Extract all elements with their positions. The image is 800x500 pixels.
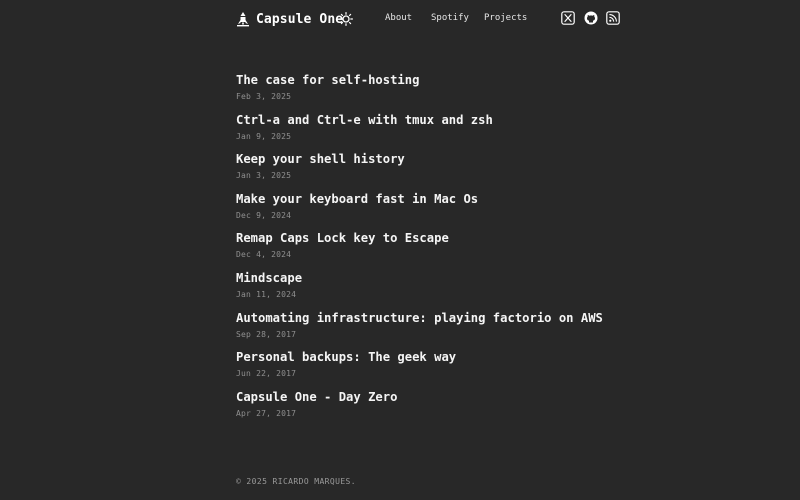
- post-title-link[interactable]: Mindscape: [236, 270, 636, 286]
- post-date: Dec 4, 2024: [236, 250, 292, 260]
- post-date: Jun 22, 2017: [236, 369, 297, 379]
- list-item: Ctrl-a and Ctrl-e with tmux and zsh Jan …: [236, 112, 636, 152]
- post-title-link[interactable]: Personal backups: The geek way: [236, 349, 636, 365]
- list-item: Mindscape Jan 11, 2024: [236, 270, 636, 310]
- site-title: Capsule One: [256, 11, 344, 27]
- list-item: Remap Caps Lock key to Escape Dec 4, 202…: [236, 230, 636, 270]
- post-date: Dec 9, 2024: [236, 210, 292, 220]
- rocket-icon: [237, 12, 249, 27]
- list-item: Keep your shell history Jan 3, 2025: [236, 151, 636, 191]
- post-list: The case for self-hosting Feb 3, 2025 Ct…: [236, 72, 636, 428]
- post-date: Jan 11, 2024: [236, 289, 297, 299]
- post-title-link[interactable]: Ctrl-a and Ctrl-e with tmux and zsh: [236, 112, 636, 128]
- list-item: Capsule One - Day Zero Apr 27, 2017: [236, 389, 636, 429]
- github-icon[interactable]: [584, 11, 598, 25]
- rss-icon[interactable]: [606, 11, 620, 25]
- post-date: Feb 3, 2025: [236, 92, 292, 101]
- post-date: Sep 28, 2017: [236, 329, 297, 339]
- post-title-link[interactable]: Remap Caps Lock key to Escape: [236, 230, 636, 246]
- post-title-link[interactable]: Keep your shell history: [236, 151, 636, 167]
- home-link[interactable]: Capsule One: [236, 10, 343, 28]
- post-title-link[interactable]: The case for self-hosting: [236, 72, 636, 88]
- list-item: Make your keyboard fast in Mac Os Dec 9,…: [236, 191, 636, 231]
- nav-projects[interactable]: Projects: [484, 13, 527, 27]
- x-icon[interactable]: [561, 11, 575, 25]
- post-title-link[interactable]: Capsule One - Day Zero: [236, 389, 636, 405]
- post-date: Jan 9, 2025: [236, 131, 292, 141]
- list-item: The case for self-hosting Feb 3, 2025: [236, 72, 636, 112]
- sun-icon[interactable]: [339, 12, 353, 26]
- post-date: Jan 3, 2025: [236, 171, 292, 181]
- list-item: Automating infrastructure: playing facto…: [236, 310, 636, 350]
- nav-spotify[interactable]: Spotify: [431, 13, 469, 27]
- site-header: Capsule One About Spotify Projects: [0, 0, 800, 38]
- list-item: Personal backups: The geek way Jun 22, 2…: [236, 349, 636, 389]
- post-title-link[interactable]: Automating infrastructure: playing facto…: [236, 310, 636, 326]
- post-date: Apr 27, 2017: [236, 408, 297, 418]
- footer-copyright: © 2025 RICARDO MARQUES.: [236, 477, 356, 486]
- nav-about[interactable]: About: [385, 13, 412, 27]
- post-title-link[interactable]: Make your keyboard fast in Mac Os: [236, 191, 636, 207]
